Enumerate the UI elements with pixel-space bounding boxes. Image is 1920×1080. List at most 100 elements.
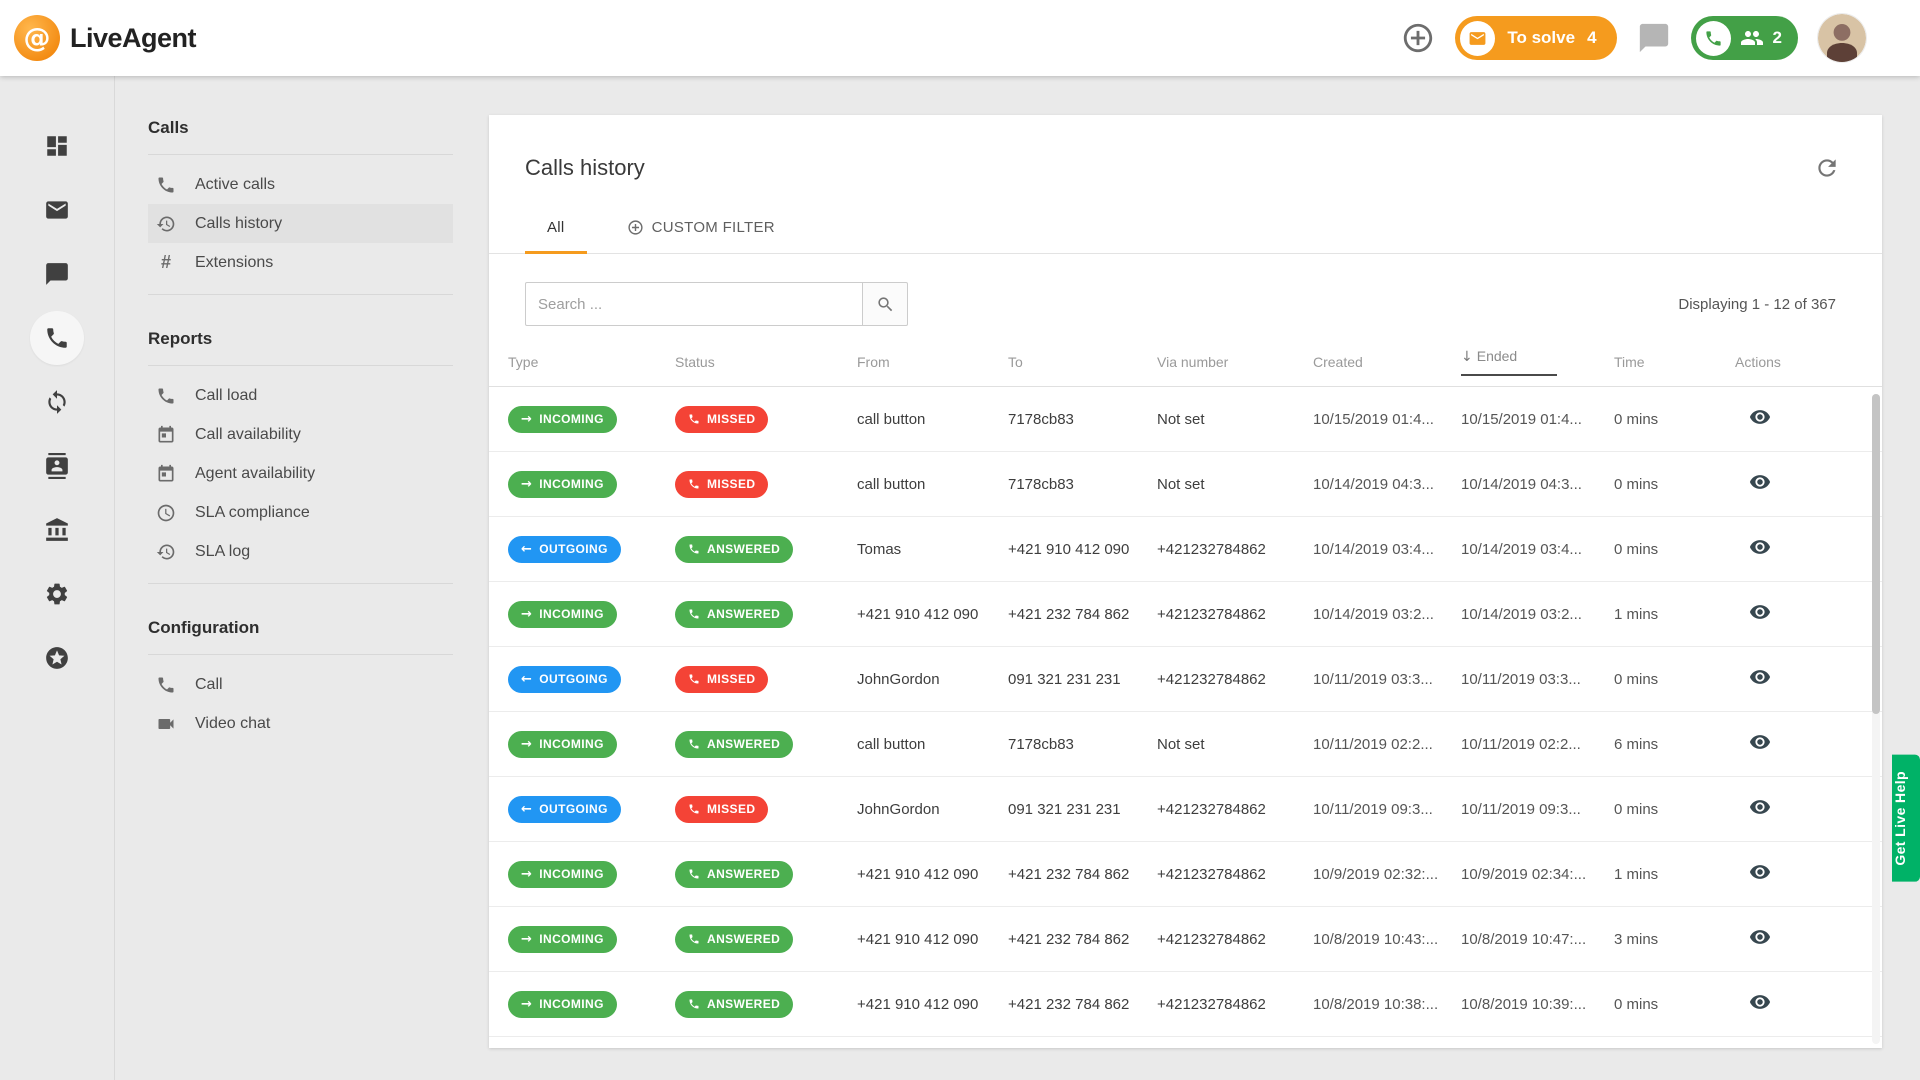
column-header-to[interactable]: To [1008, 354, 1157, 370]
view-call-button[interactable] [1749, 666, 1771, 688]
sidebar-item-label: SLA compliance [195, 504, 310, 522]
sidebar-item-calls-history[interactable]: Calls history [148, 204, 453, 243]
online-agents-count: 2 [1773, 28, 1782, 48]
column-header-status[interactable]: Status [675, 354, 857, 370]
search-button[interactable] [863, 282, 908, 326]
get-live-help-button[interactable]: Get Live Help [1892, 755, 1920, 882]
table-row[interactable]: → INCOMING ANSWERED call button 7178cb83… [489, 712, 1882, 777]
table-row[interactable]: ← OUTGOING MISSED JohnGordon 091 321 231… [489, 647, 1882, 712]
view-call-button[interactable] [1749, 861, 1771, 883]
table-row[interactable]: ← OUTGOING ANSWERED Tomas +421 910 412 0… [489, 517, 1882, 582]
sidebar-item-label: Agent availability [195, 465, 315, 483]
view-call-button[interactable] [1749, 991, 1771, 1013]
phone-icon [688, 478, 700, 490]
view-call-button[interactable] [1749, 406, 1771, 428]
table-header: Type Status From To Via number Created ↓… [489, 338, 1882, 387]
view-call-button[interactable] [1749, 601, 1771, 623]
eye-icon [1749, 861, 1771, 883]
table-row[interactable]: → INCOMING MISSED call button 7178cb83 N… [489, 452, 1882, 517]
rail-item-settings[interactable] [30, 567, 84, 621]
add-circle-icon[interactable] [1401, 21, 1435, 55]
column-header-created[interactable]: Created [1313, 354, 1461, 370]
type-badge: → INCOMING [508, 861, 617, 888]
search-input[interactable] [525, 282, 863, 326]
table-row[interactable]: → INCOMING ANSWERED +421 910 412 090 +42… [489, 582, 1882, 647]
to-cell: 091 321 231 231 [1008, 671, 1157, 688]
sidebar-item-sla-compliance[interactable]: SLA compliance [148, 493, 453, 532]
rail-item-customers[interactable] [30, 439, 84, 493]
view-call-button[interactable] [1749, 796, 1771, 818]
liveagent-logo-icon: @ [14, 15, 60, 61]
user-avatar[interactable] [1818, 14, 1866, 62]
history-icon [156, 214, 176, 234]
rail-item-chats[interactable] [30, 247, 84, 301]
rail-item-company[interactable] [30, 503, 84, 557]
view-call-button[interactable] [1749, 926, 1771, 948]
time-cell: 0 mins [1614, 541, 1735, 558]
type-badge: → INCOMING [508, 926, 617, 953]
created-cell: 10/14/2019 03:4... [1313, 541, 1461, 558]
sidebar-item-label: Video chat [195, 715, 270, 733]
clock-icon [156, 503, 176, 523]
direction-arrow-icon: → [521, 477, 532, 492]
time-cell: 1 mins [1614, 606, 1735, 623]
column-header-via-number[interactable]: Via number [1157, 354, 1313, 370]
sidebar-item-sla-log[interactable]: SLA log [148, 532, 453, 571]
table-row[interactable]: → INCOMING MISSED call button 7178cb83 N… [489, 387, 1882, 452]
sidebar-item-video-chat[interactable]: Video chat [148, 704, 453, 743]
eye-icon [1749, 796, 1771, 818]
ended-cell: 10/11/2019 03:3... [1461, 671, 1614, 688]
ended-cell: 10/11/2019 02:2... [1461, 736, 1614, 753]
table-row[interactable]: → INCOMING ANSWERED +421 910 412 090 +42… [489, 842, 1882, 907]
chat-bubble-icon[interactable] [1637, 21, 1671, 55]
sidebar-item-call-config[interactable]: Call [148, 665, 453, 704]
sidebar-item-call-load[interactable]: Call load [148, 376, 453, 415]
column-header-ended[interactable]: ↓Ended [1461, 348, 1614, 376]
pagination-status: Displaying 1 - 12 of 367 [1678, 296, 1836, 313]
to-solve-button[interactable]: To solve 4 [1455, 16, 1616, 60]
status-badge: ANSWERED [675, 536, 793, 563]
calendar-icon [156, 464, 176, 484]
table-row[interactable]: → INCOMING ANSWERED +421 910 412 090 +42… [489, 972, 1882, 1037]
direction-arrow-icon: ← [521, 542, 532, 557]
column-header-from[interactable]: From [857, 354, 1008, 370]
eye-icon [1749, 731, 1771, 753]
calls-status-button[interactable]: 2 [1691, 16, 1798, 60]
ended-cell: 10/8/2019 10:39:... [1461, 996, 1614, 1013]
column-header-type[interactable]: Type [508, 354, 675, 370]
mail-icon [1460, 21, 1495, 56]
created-cell: 10/11/2019 09:3... [1313, 801, 1461, 818]
to-cell: +421 232 784 862 [1008, 996, 1157, 1013]
rail-item-tickets[interactable] [30, 183, 84, 237]
created-cell: 10/8/2019 10:43:... [1313, 931, 1461, 948]
tab-all[interactable]: All [525, 219, 587, 254]
rail-item-gamification[interactable] [30, 631, 84, 685]
time-cell: 0 mins [1614, 801, 1735, 818]
view-call-button[interactable] [1749, 731, 1771, 753]
sidebar-item-active-calls[interactable]: Active calls [148, 165, 453, 204]
dashboard-icon [44, 133, 70, 159]
refresh-icon[interactable] [1814, 155, 1840, 181]
column-header-time[interactable]: Time [1614, 354, 1735, 370]
eye-icon [1749, 666, 1771, 688]
chat-bubble-icon [44, 261, 70, 287]
from-cell: +421 910 412 090 [857, 866, 1008, 883]
sidebar-item-call-availability[interactable]: Call availability [148, 415, 453, 454]
tab-custom-filter[interactable]: CUSTOM FILTER [623, 219, 779, 254]
phone-icon [688, 738, 700, 750]
rail-item-dashboard[interactable] [30, 119, 84, 173]
rail-item-calls[interactable] [30, 311, 84, 365]
table-row[interactable]: ← OUTGOING MISSED JohnGordon 091 321 231… [489, 777, 1882, 842]
topbar-actions: To solve 4 2 [1401, 14, 1866, 62]
view-call-button[interactable] [1749, 536, 1771, 558]
table-row[interactable]: → INCOMING ANSWERED +421 910 412 090 +42… [489, 907, 1882, 972]
page-title: Calls history [525, 155, 645, 181]
brand-logo[interactable]: @ LiveAgent [14, 15, 196, 61]
sidebar-item-extensions[interactable]: # Extensions [148, 243, 453, 282]
scrollbar-thumb[interactable] [1872, 394, 1880, 714]
view-call-button[interactable] [1749, 471, 1771, 493]
add-filter-icon [627, 219, 644, 236]
rail-item-automation[interactable] [30, 375, 84, 429]
direction-arrow-icon: ← [521, 802, 532, 817]
sidebar-item-agent-availability[interactable]: Agent availability [148, 454, 453, 493]
